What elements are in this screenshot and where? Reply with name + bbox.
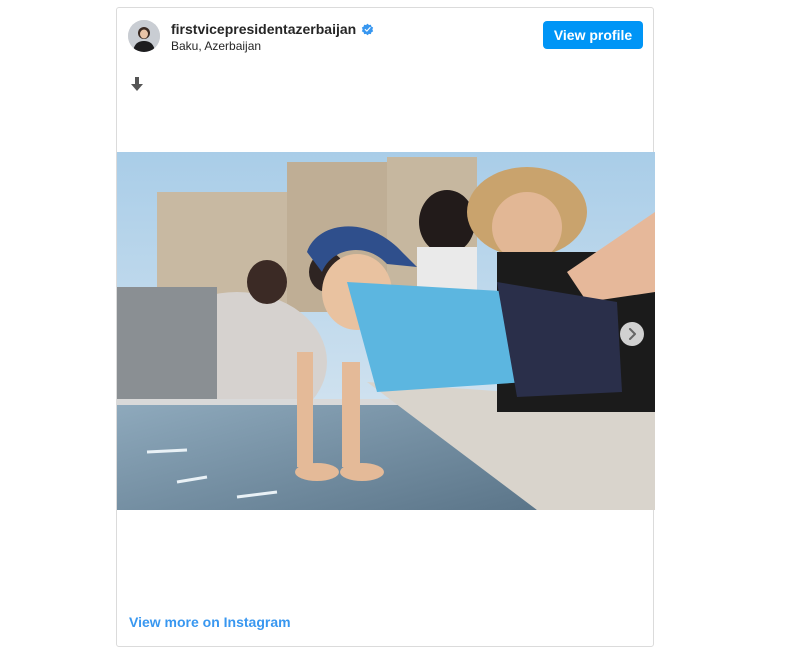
post-location[interactable]: Baku, Azerbaijan xyxy=(171,39,261,53)
post-header: firstvicepresidentazerbaijan Baku, Azerb… xyxy=(117,8,653,64)
chevron-right-icon xyxy=(629,328,636,340)
post-image xyxy=(117,152,655,510)
instagram-embed-card: firstvicepresidentazerbaijan Baku, Azerb… xyxy=(116,7,655,647)
view-profile-button[interactable]: View profile xyxy=(543,21,643,49)
username-link[interactable]: firstvicepresidentazerbaijan xyxy=(171,21,356,37)
profile-avatar[interactable] xyxy=(128,20,160,52)
username-row: firstvicepresidentazerbaijan xyxy=(171,21,374,37)
avatar-image xyxy=(128,20,160,52)
post-photo[interactable] xyxy=(117,152,655,510)
carousel-next-button[interactable] xyxy=(620,322,644,346)
arrow-down-icon xyxy=(130,76,144,92)
view-more-link[interactable]: View more on Instagram xyxy=(129,614,291,630)
verified-badge-icon xyxy=(361,23,374,36)
